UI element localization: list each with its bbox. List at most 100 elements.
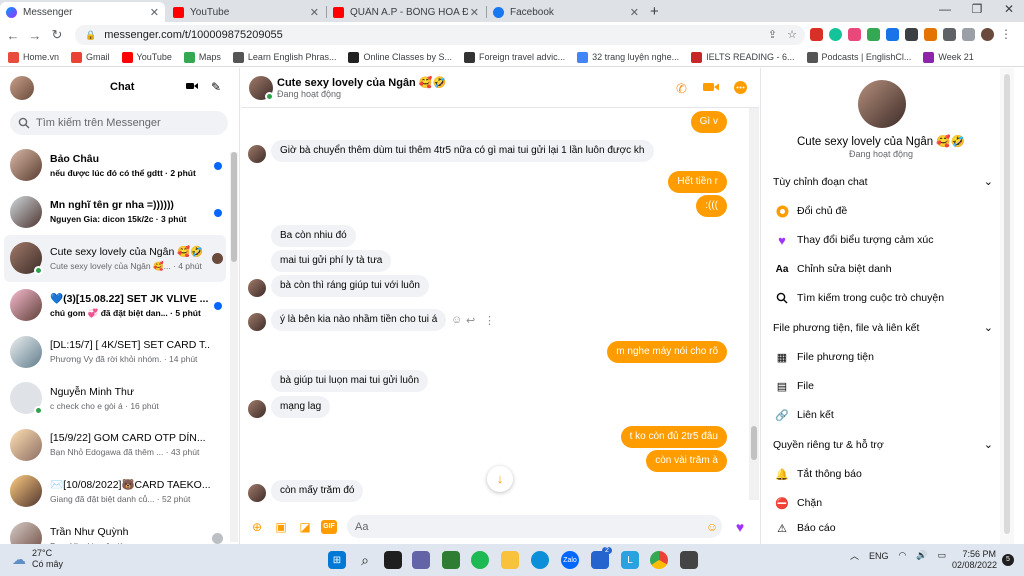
message-bubble[interactable]: Giờ bà chuyển thêm dùm tui thêm 4tr5 nữa… — [271, 140, 654, 162]
heart-icon[interactable]: ♥ — [733, 520, 747, 534]
url-field[interactable]: 🔒 messenger.com/t/100009875209055 ⇪ ☆ — [75, 25, 805, 45]
sidebar-scrollbar[interactable] — [230, 152, 238, 542]
image-icon[interactable]: ▣ — [274, 520, 288, 534]
bookmark-item[interactable]: IELTS READING - 6... — [691, 51, 795, 63]
avatar[interactable] — [858, 80, 906, 128]
zalo-icon[interactable]: Zalo — [561, 551, 579, 569]
scrollbar-thumb[interactable] — [231, 152, 237, 262]
spotify-icon[interactable] — [471, 551, 489, 569]
message-bubble[interactable]: còn vài trăm à — [646, 450, 727, 472]
language-indicator[interactable]: ENG — [869, 551, 889, 561]
chrome-icon[interactable] — [650, 551, 668, 569]
react-icon[interactable]: ☺ — [451, 314, 462, 326]
extension-pen-icon[interactable] — [867, 27, 880, 41]
volume-icon[interactable]: 🔊 — [916, 550, 927, 561]
reply-icon[interactable]: ↩ — [466, 314, 475, 327]
extension-doc-icon[interactable] — [905, 27, 918, 41]
bookmark-item[interactable]: Foreign travel advic... — [464, 51, 565, 63]
compose-icon[interactable]: ✎ — [211, 80, 221, 94]
menu-item-edit-nickname[interactable]: Aa Chỉnh sửa biệt danh — [775, 262, 892, 276]
extension-pink-icon[interactable] — [848, 27, 861, 41]
windows-start-icon[interactable]: ⊞ — [328, 551, 346, 569]
menu-dots-icon[interactable]: ⋮ — [1000, 27, 1012, 41]
bookmark-item[interactable]: Online Classes by S... — [348, 51, 452, 63]
menu-item-links[interactable]: 🔗 Liên kết — [775, 408, 834, 422]
menu-item-media[interactable]: ▦ File phương tiện — [775, 350, 874, 364]
extension-h-icon[interactable] — [924, 27, 937, 41]
back-button[interactable]: ← — [2, 28, 24, 43]
chat-scrollbar[interactable] — [749, 108, 759, 500]
bookmark-item[interactable]: Gmail — [71, 51, 110, 63]
section-customize-chat[interactable]: Tùy chỉnh đoạn chat ⌄ — [773, 175, 993, 189]
message-bubble[interactable]: mạng lag — [271, 396, 331, 418]
menu-item-search-conversation[interactable]: Tìm kiếm trong cuộc trò chuyện — [775, 291, 944, 305]
message-bubble[interactable]: Ba còn nhiu đó — [271, 225, 356, 247]
bookmark-item[interactable]: Home.vn — [8, 51, 59, 63]
phone-icon[interactable]: ✆ — [676, 81, 687, 97]
tab-facebook[interactable]: Facebook ✕ — [487, 2, 645, 22]
list-item[interactable]: Cute sexy lovely của Ngân 🥰🤣 Cute sexy lo… — [4, 235, 226, 282]
star-icon[interactable]: ☆ — [787, 28, 797, 41]
tab-messenger[interactable]: Messenger ✕ — [0, 2, 165, 22]
extension-red-icon[interactable] — [810, 27, 823, 41]
message-bubble[interactable]: ý là bên kia nào nhầm tiền cho tui á — [271, 309, 447, 331]
sticker-icon[interactable]: ◪ — [298, 520, 312, 534]
app-l-icon[interactable]: L — [621, 551, 639, 569]
menu-item-files[interactable]: ▤ File — [775, 379, 814, 393]
bookmark-item[interactable]: Maps — [183, 51, 221, 63]
search-icon[interactable]: ⌕ — [356, 551, 374, 569]
teams-icon[interactable] — [412, 551, 430, 569]
close-icon[interactable]: ✕ — [310, 6, 319, 19]
message-bubble[interactable]: m nghe máy nói cho rõ — [607, 341, 727, 363]
list-item[interactable]: ✉️[10/08/2022]🐻CARD TAEKO... Giang đã đặt… — [4, 468, 226, 515]
close-icon[interactable]: ✕ — [630, 6, 639, 19]
restore-button[interactable]: ❐ — [962, 2, 992, 16]
extension-mail-icon[interactable] — [886, 27, 899, 41]
reload-button[interactable]: ↻ — [46, 27, 68, 43]
list-item[interactable]: [DL:15/7] [ 4K/SET] SET CARD T... Phương … — [4, 328, 226, 375]
info-icon[interactable] — [734, 81, 747, 97]
weather-widget[interactable]: ☁ 27°C Có mây — [12, 548, 63, 570]
list-item[interactable]: Nguyễn Minh Thư c check cho e gòi á · 16 … — [4, 375, 226, 422]
close-icon[interactable]: ✕ — [470, 6, 479, 19]
message-bubble[interactable]: còn mấy trăm đó — [271, 480, 364, 502]
profile-avatar-icon[interactable] — [981, 27, 994, 41]
menu-item-report[interactable]: ⚠ Báo cáo — [775, 521, 835, 535]
menu-item-change-emoji[interactable]: ♥ Thay đổi biểu tượng cảm xúc — [775, 233, 933, 248]
chat-title[interactable]: Cute sexy lovely của Ngân 🥰🤣 — [277, 76, 446, 89]
window-close-button[interactable]: ✕ — [994, 2, 1024, 16]
page-scrollbar[interactable] — [1000, 68, 1014, 544]
bookmark-item[interactable]: Learn English Phras... — [232, 51, 336, 63]
list-item[interactable]: Mn nghĩ tên gr nha =)))))) Nguyen Gia: di… — [4, 189, 226, 236]
avatar[interactable] — [10, 76, 34, 100]
section-media-files-links[interactable]: File phương tiện, file và liên kết ⌄ — [773, 321, 993, 335]
list-item[interactable]: 💙(3)[15.08.22] SET JK VLIVE ... chú gom 💞… — [4, 282, 226, 329]
scroll-to-bottom-button[interactable]: ↓ — [487, 466, 513, 492]
bookmark-item[interactable]: YouTube — [121, 51, 172, 63]
share-icon[interactable]: ⇪ — [768, 28, 777, 41]
app-icon[interactable] — [442, 551, 460, 569]
message-input[interactable] — [347, 515, 722, 538]
menu-item-change-theme[interactable]: Đổi chủ đề — [775, 204, 847, 218]
message-bubble[interactable]: :((( — [696, 195, 727, 217]
bookmark-item[interactable]: Week 21 — [923, 51, 974, 63]
gif-icon[interactable]: GIF — [321, 520, 337, 534]
bookmark-item[interactable]: 32 trang luyện nghe... — [577, 51, 679, 63]
video-call-icon[interactable] — [703, 81, 719, 96]
scrollbar-thumb[interactable] — [751, 426, 757, 460]
list-item[interactable]: [15/9/22] GOM CARD OTP DÍN... Bạn Nhỏ Edo… — [4, 422, 226, 469]
message-bubble[interactable]: Gì v — [690, 111, 727, 133]
emoji-icon[interactable]: ☺ — [705, 520, 719, 534]
menu-item-mute[interactable]: 🔔 Tắt thông báo — [775, 467, 862, 481]
notification-count[interactable]: 5 — [1002, 554, 1014, 566]
section-privacy-support[interactable]: Quyền riêng tư & hỗ trợ ⌄ — [773, 438, 993, 452]
clock[interactable]: 7:56 PM 02/08/2022 — [952, 549, 997, 571]
message-bubble[interactable]: bà còn thì ráng giúp tui với luôn — [271, 275, 429, 297]
extension-grammarly-icon[interactable] — [829, 27, 842, 41]
sidebar-icon[interactable] — [962, 27, 975, 41]
message-bubble[interactable]: Hết tiền r — [668, 171, 727, 193]
scrollbar-thumb[interactable] — [1004, 74, 1010, 534]
message-bubble[interactable]: mai tui gửi phí ly tà tưa — [271, 250, 392, 272]
chevron-up-icon[interactable]: ︿ — [850, 549, 859, 562]
bookmark-item[interactable]: Podcasts | EnglishCl... — [806, 51, 911, 63]
